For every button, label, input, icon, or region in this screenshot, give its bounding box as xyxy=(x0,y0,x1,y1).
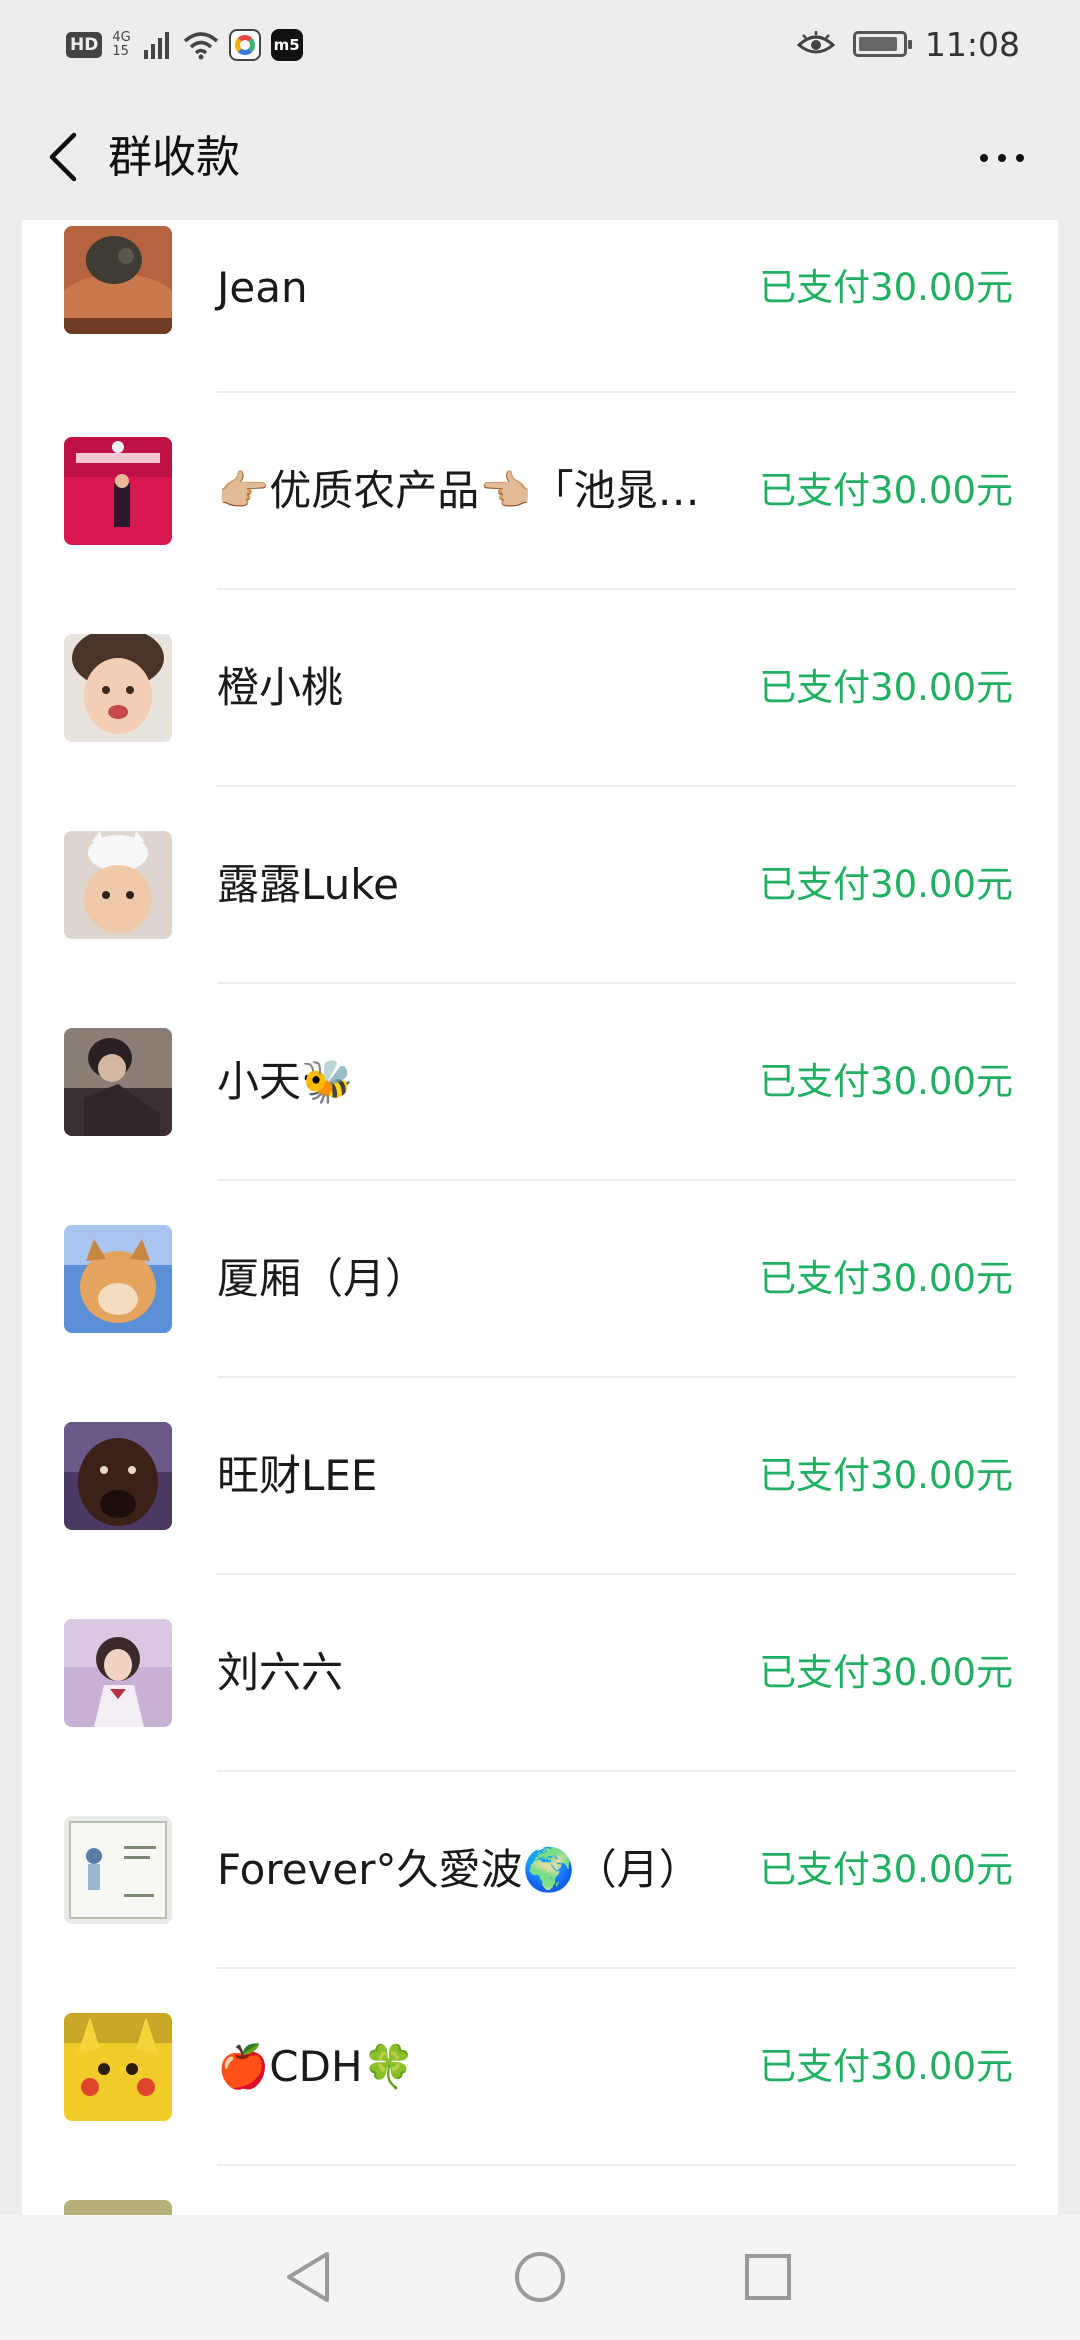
wifi-icon xyxy=(183,32,218,60)
status-left: HD 4G 15 m5 xyxy=(66,26,303,64)
avatar xyxy=(64,1225,172,1333)
header: 群收款 xyxy=(0,100,1080,215)
circle-home-icon xyxy=(515,2252,565,2302)
payment-status: 已支付30.00元 xyxy=(759,1060,1013,1103)
payment-status: 已支付30.00元 xyxy=(759,666,1013,709)
list-item[interactable]: 橙小桃 已支付30.00元 xyxy=(22,590,1058,787)
payer-name: 厦厢（月） xyxy=(217,1254,428,1303)
avatar xyxy=(64,634,172,742)
list-item[interactable]: Jean 已支付30.00元 xyxy=(22,220,1058,393)
system-recents-button[interactable] xyxy=(728,2237,808,2317)
payment-list: Jean 已支付30.00元 👉🏼优质农产品👈🏼「池晁… 已支付30.00元 橙… xyxy=(22,220,1058,2220)
list-item[interactable]: 🍎CDH🍀 已支付30.00元 xyxy=(22,1969,1058,2166)
payer-name: 小天🐝 xyxy=(217,1057,354,1106)
network-indicator: 4G 15 xyxy=(112,31,130,59)
avatar xyxy=(64,226,172,334)
network-sub: 15 xyxy=(112,44,129,59)
list-item[interactable]: 旺财LEE 已支付30.00元 xyxy=(22,1378,1058,1575)
list-item[interactable]: 厦厢（月） 已支付30.00元 xyxy=(22,1181,1058,1378)
more-dots-icon xyxy=(980,154,988,162)
page-title: 群收款 xyxy=(108,132,240,183)
eye-icon xyxy=(796,31,835,54)
back-button[interactable] xyxy=(28,122,98,192)
more-button[interactable] xyxy=(964,130,1040,186)
avatar xyxy=(64,2013,172,2121)
battery-icon xyxy=(852,31,912,57)
list-item[interactable]: Forever°久愛波🌍（月） 已支付30.00元 xyxy=(22,1772,1058,1969)
app-notification-icon xyxy=(228,29,261,61)
square-recents-icon xyxy=(745,2254,791,2300)
payment-status: 已支付30.00元 xyxy=(759,2045,1013,2088)
status-bar: HD 4G 15 m5 11:08 xyxy=(0,0,1080,92)
payment-status: 已支付30.00元 xyxy=(759,1454,1013,1497)
payer-name: Forever°久愛波🌍（月） xyxy=(217,1845,701,1894)
payment-status: 已支付30.00元 xyxy=(759,863,1013,906)
system-back-button[interactable] xyxy=(268,2237,348,2317)
payment-status: 已支付30.00元 xyxy=(759,469,1013,512)
payer-name: Jean xyxy=(217,263,308,312)
signal-icon xyxy=(143,32,169,59)
hd-badge: HD xyxy=(66,32,103,58)
payer-name: 🍎CDH🍀 xyxy=(217,2042,415,2091)
list-item-partial[interactable] xyxy=(22,2166,1058,2220)
payer-name: 橙小桃 xyxy=(217,663,344,712)
payer-name: 旺财LEE xyxy=(217,1451,378,1500)
payment-status: 已支付30.00元 xyxy=(759,1651,1013,1694)
clock: 11:08 xyxy=(924,24,1020,64)
system-nav-bar xyxy=(0,2215,1080,2340)
status-right: 11:08 xyxy=(796,24,1020,64)
payer-name: 刘六六 xyxy=(217,1648,344,1697)
avatar xyxy=(64,437,172,545)
avatar xyxy=(64,1619,172,1727)
payer-name: 👉🏼优质农产品👈🏼「池晁… xyxy=(217,466,700,515)
payment-status: 已支付30.00元 xyxy=(759,1848,1013,1891)
list-item[interactable]: 露露Luke 已支付30.00元 xyxy=(22,787,1058,984)
avatar xyxy=(64,1028,172,1136)
payer-name: 露露Luke xyxy=(217,860,399,909)
chevron-left-icon xyxy=(49,132,77,182)
avatar xyxy=(64,831,172,939)
avatar xyxy=(64,1422,172,1530)
network-type: 4G xyxy=(112,30,131,45)
list-item[interactable]: 刘六六 已支付30.00元 xyxy=(22,1575,1058,1772)
app-m5-icon: m5 xyxy=(270,29,303,61)
payment-status: 已支付30.00元 xyxy=(759,1257,1013,1300)
list-item[interactable]: 👉🏼优质农产品👈🏼「池晁… 已支付30.00元 xyxy=(22,393,1058,590)
system-home-button[interactable] xyxy=(500,2237,580,2317)
payment-status: 已支付30.00元 xyxy=(759,266,1013,309)
list-item[interactable]: 小天🐝 已支付30.00元 xyxy=(22,984,1058,1181)
triangle-back-icon xyxy=(287,2252,329,2302)
avatar xyxy=(64,1816,172,1924)
